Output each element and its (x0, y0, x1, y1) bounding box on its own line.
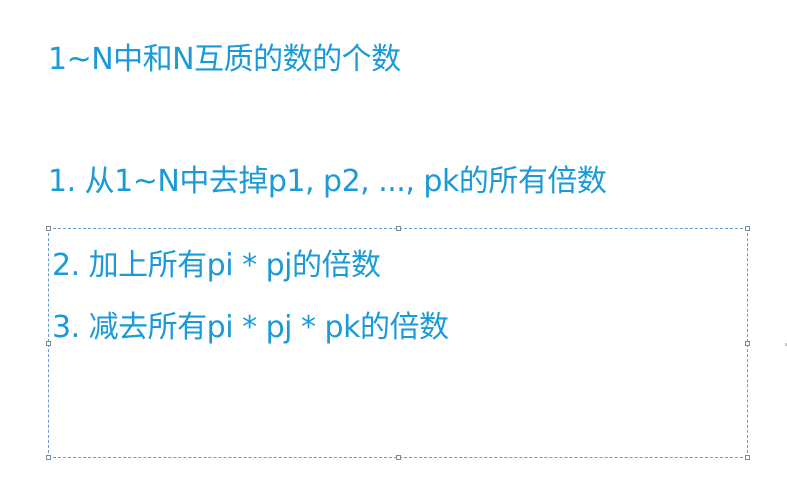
resize-handle-middle-right[interactable] (745, 341, 750, 346)
resize-handle-middle-left[interactable] (46, 341, 51, 346)
slide-canvas: 1~N中和N互质的数的个数 1. 从1~N中去掉p1, p2, ..., pk的… (0, 0, 787, 498)
resize-handle-top-left[interactable] (46, 226, 51, 231)
resize-handle-bottom-middle[interactable] (396, 455, 401, 460)
resize-handle-top-middle[interactable] (396, 226, 401, 231)
step-2-text[interactable]: 2. 加上所有pi * pj的倍数 (52, 246, 381, 286)
step-3-text[interactable]: 3. 减去所有pi * pj * pk的倍数 (52, 308, 449, 348)
resize-handle-bottom-right[interactable] (745, 455, 750, 460)
resize-handle-top-right[interactable] (745, 226, 750, 231)
step-1-text: 1. 从1~N中去掉p1, p2, ..., pk的所有倍数 (48, 164, 607, 199)
slide-title: 1~N中和N互质的数的个数 (48, 42, 401, 77)
resize-handle-bottom-left[interactable] (46, 455, 51, 460)
